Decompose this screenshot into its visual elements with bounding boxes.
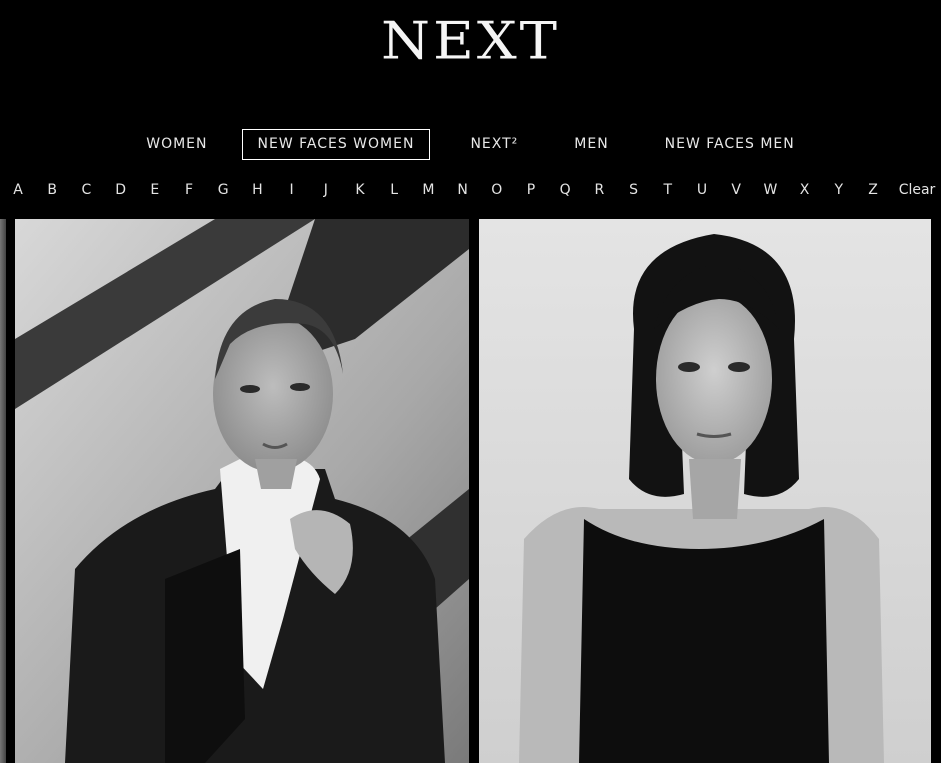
model-tile-partial[interactable] [0, 219, 6, 763]
model-photo-1 [15, 219, 469, 763]
alphabet-letter-m[interactable]: M [418, 178, 438, 202]
nav-item-new-faces-women[interactable]: NEW FACES WOMEN [241, 129, 431, 160]
alphabet-letter-k[interactable]: K [350, 178, 370, 202]
alphabet-letter-w[interactable]: W [760, 178, 780, 202]
alphabet-letter-x[interactable]: X [795, 178, 815, 202]
model-gallery [0, 219, 941, 763]
alphabet-letter-y[interactable]: Y [829, 178, 849, 202]
model-tile-2[interactable] [479, 219, 931, 763]
alphabet-letter-s[interactable]: S [624, 178, 644, 202]
alphabet-letter-j[interactable]: J [316, 178, 336, 202]
alphabet-letter-a[interactable]: A [8, 178, 28, 202]
alphabet-letter-p[interactable]: P [521, 178, 541, 202]
alphabet-clear-button[interactable]: Clear [897, 178, 937, 202]
alphabet-letter-z[interactable]: Z [863, 178, 883, 202]
alphabet-letter-d[interactable]: D [111, 178, 131, 202]
alphabet-letter-v[interactable]: V [726, 178, 746, 202]
alphabet-letter-h[interactable]: H [247, 178, 267, 202]
alphabet-letter-l[interactable]: L [384, 178, 404, 202]
nav-item-next2[interactable]: NEXT² [454, 129, 534, 160]
model-photo-2 [479, 219, 931, 763]
alphabet-letter-r[interactable]: R [589, 178, 609, 202]
model-tile-1[interactable] [15, 219, 469, 763]
page: NEXT WOMEN NEW FACES WOMEN NEXT² MEN NEW… [0, 0, 941, 763]
alphabet-letter-i[interactable]: I [282, 178, 302, 202]
nav-item-men[interactable]: MEN [558, 129, 624, 160]
alphabet-filter: A B C D E F G H I J K L M N O P Q R S T U V W X Y Z Clear [0, 178, 941, 202]
alphabet-letter-q[interactable]: Q [555, 178, 575, 202]
nav-item-women[interactable]: WOMEN [130, 129, 223, 160]
alphabet-letter-c[interactable]: C [76, 178, 96, 202]
brand-logo[interactable]: NEXT [0, 12, 941, 72]
alphabet-letter-f[interactable]: F [179, 178, 199, 202]
alphabet-letter-o[interactable]: O [487, 178, 507, 202]
alphabet-letter-b[interactable]: B [42, 178, 62, 202]
alphabet-letter-e[interactable]: E [145, 178, 165, 202]
alphabet-letter-u[interactable]: U [692, 178, 712, 202]
alphabet-letter-g[interactable]: G [213, 178, 233, 202]
alphabet-letter-t[interactable]: T [658, 178, 678, 202]
nav-item-new-faces-men[interactable]: NEW FACES MEN [649, 129, 811, 160]
main-nav: WOMEN NEW FACES WOMEN NEXT² MEN NEW FACE… [0, 129, 941, 160]
alphabet-letter-n[interactable]: N [453, 178, 473, 202]
